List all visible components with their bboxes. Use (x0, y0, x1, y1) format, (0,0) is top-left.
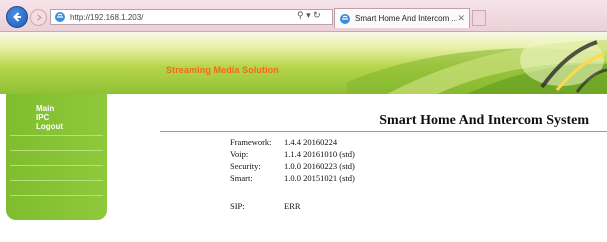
arrow-right-icon (37, 14, 42, 21)
sidebar-divider (10, 135, 103, 136)
version-row-security: Security: 1.0.0 20160223 (std) (230, 160, 355, 172)
sidebar: Main IPC Logout (6, 94, 107, 220)
sidebar-item-ipc[interactable]: IPC (6, 113, 107, 122)
banner-title: Streaming Media Solution (166, 65, 279, 75)
tab-smart-home[interactable]: Smart Home And Intercom ... ✕ (334, 8, 470, 28)
version-key: Security: (230, 161, 261, 171)
back-button[interactable] (6, 6, 28, 28)
version-value: 1.4.4 20160224 (284, 137, 338, 147)
version-value: 1.0.0 20151021 (std) (284, 173, 355, 183)
version-row-voip: Voip: 1.1.4 20161010 (std) (230, 148, 355, 160)
sip-status-row: SIP: ERR (230, 200, 355, 212)
sidebar-divider (10, 165, 103, 166)
sidebar-divider (10, 195, 103, 196)
version-row-framework: Framework: 1.4.4 20160224 (230, 136, 355, 148)
arrow-left-icon (13, 12, 21, 22)
title-divider (160, 131, 607, 132)
ie-favicon-icon (55, 12, 65, 22)
version-row-smart: Smart: 1.0.0 20151021 (std) (230, 172, 355, 184)
address-bar[interactable]: http://192.168.1.203/ (50, 9, 333, 25)
version-key: Voip: (230, 149, 249, 159)
browser-toolbar: http://192.168.1.203/ ⚲ ▾ ↻ Smart Home A… (0, 0, 607, 32)
version-value: 1.1.4 20161010 (std) (284, 149, 355, 159)
page-title: Smart Home And Intercom System (379, 113, 589, 128)
ie-favicon-icon (340, 13, 350, 24)
banner-swoosh-graphic (347, 34, 607, 94)
new-tab-button[interactable] (472, 10, 486, 26)
sidebar-item-logout[interactable]: Logout (6, 122, 107, 131)
forward-button[interactable] (30, 9, 47, 26)
version-info: Framework: 1.4.4 20160224 Voip: 1.1.4 20… (230, 136, 355, 212)
version-value: 1.0.0 20160223 (std) (284, 161, 355, 171)
search-refresh-controls[interactable]: ⚲ ▾ ↻ (297, 10, 321, 21)
header-banner: Streaming Media Solution (0, 32, 607, 94)
version-key: Smart: (230, 173, 253, 183)
sidebar-divider (10, 180, 103, 181)
sip-key: SIP: (230, 201, 245, 211)
sidebar-item-main[interactable]: Main (6, 104, 107, 113)
version-key: Framework: (230, 137, 272, 147)
tab-title: Smart Home And Intercom ... (355, 14, 458, 23)
sidebar-divider (10, 150, 103, 151)
sip-status-value: ERR (284, 201, 301, 211)
close-icon[interactable]: ✕ (457, 13, 465, 24)
address-url: http://192.168.1.203/ (70, 12, 144, 22)
